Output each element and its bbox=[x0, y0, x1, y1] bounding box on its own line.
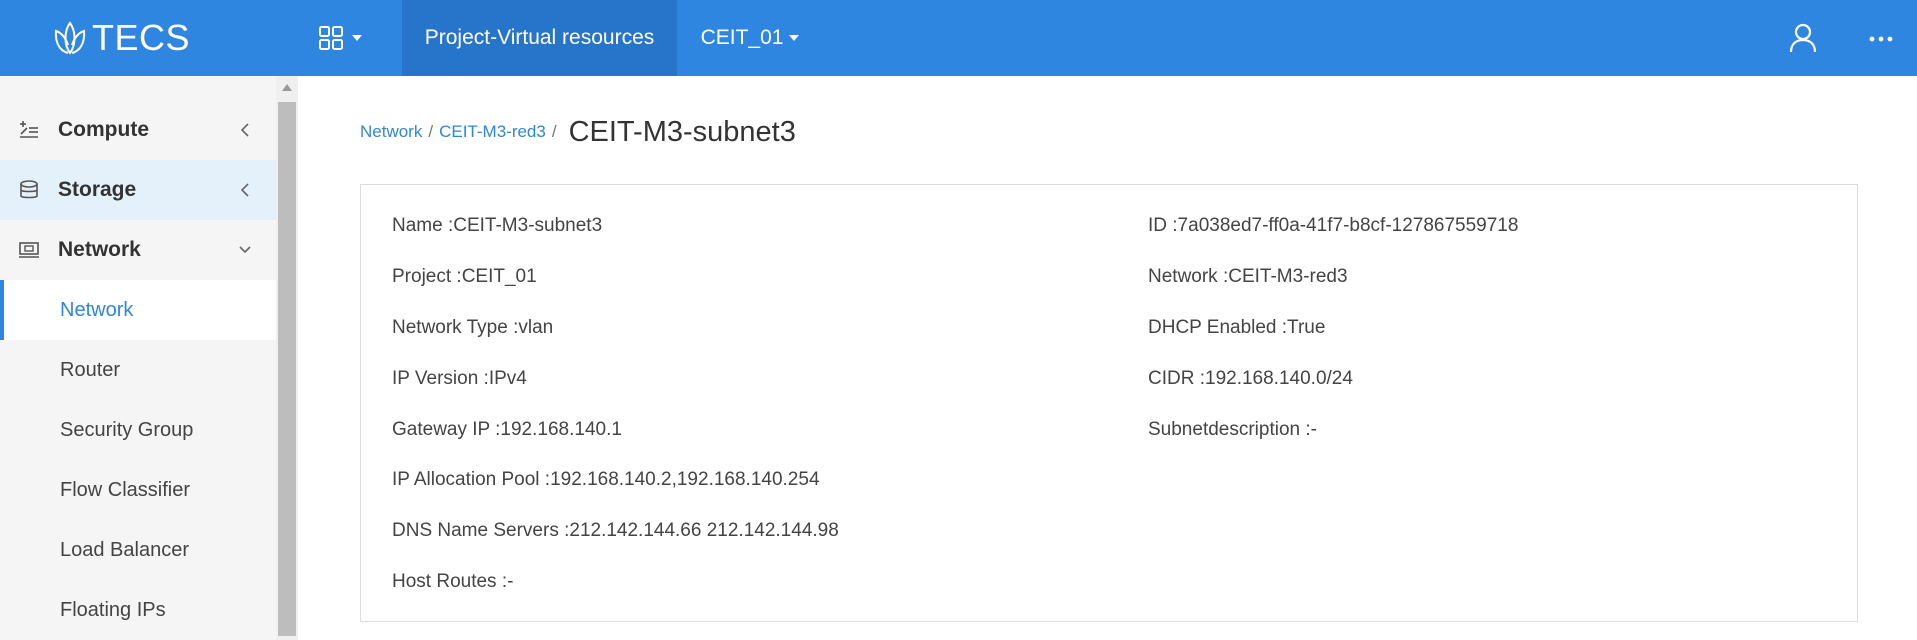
sidebar-item-security-group[interactable]: Security Group bbox=[0, 400, 276, 460]
sidebar-group-label: Network bbox=[58, 238, 141, 261]
apps-grid-icon bbox=[319, 26, 343, 50]
detail-ip-version: IP Version :IPv4 bbox=[392, 368, 527, 389]
detail-id: ID :7a038ed7-ff0a-41f7-b8cf-127867559718 bbox=[1148, 215, 1519, 236]
top-bar: TECS Project-Virtual resources CEIT_01 bbox=[0, 0, 1917, 76]
sidebar-item-flow-classifier[interactable]: Flow Classifier bbox=[0, 460, 276, 520]
sidebar-item-network[interactable]: Network bbox=[0, 280, 276, 340]
scroll-up-arrow-icon[interactable] bbox=[282, 84, 292, 91]
detail-project: Project :CEIT_01 bbox=[392, 266, 537, 287]
network-icon bbox=[19, 242, 39, 258]
sidebar-group-label: Compute bbox=[58, 118, 149, 141]
detail-cidr: CIDR :192.168.140.0/24 bbox=[1148, 368, 1353, 389]
page-title: CEIT-M3-subnet3 bbox=[568, 115, 796, 148]
lotus-logo-icon bbox=[54, 21, 86, 55]
sidebar-item-label: Network bbox=[60, 298, 134, 321]
sidebar-group-compute[interactable]: Compute bbox=[0, 100, 276, 160]
logo[interactable]: TECS bbox=[52, 17, 191, 58]
chevron-down-icon bbox=[239, 246, 251, 254]
sidebar-scrollbar[interactable] bbox=[276, 76, 298, 640]
sidebar-item-floating-ips[interactable]: Floating IPs bbox=[0, 580, 276, 640]
logo-text: TECS bbox=[92, 17, 191, 58]
sidebar-item-label: Flow Classifier bbox=[60, 478, 191, 501]
apps-menu-button[interactable] bbox=[318, 18, 378, 58]
chevron-down-icon bbox=[352, 35, 362, 41]
detail-dns-name-servers: DNS Name Servers :212.142.144.66 212.142… bbox=[392, 520, 839, 541]
tab-label: Project-Virtual resources bbox=[424, 26, 655, 49]
sidebar-item-label: Load Balancer bbox=[60, 538, 189, 561]
breadcrumb-separator: / bbox=[428, 122, 434, 141]
storage-icon bbox=[20, 180, 38, 199]
sidebar-group-storage[interactable]: Storage bbox=[0, 160, 276, 220]
compute-icon bbox=[20, 121, 38, 138]
project-selector-dropdown[interactable]: CEIT_01 bbox=[690, 0, 810, 76]
more-horizontal-icon[interactable] bbox=[1868, 22, 1894, 54]
sidebar-item-label: Floating IPs bbox=[60, 598, 166, 621]
tab-project-virtual-resources[interactable]: Project-Virtual resources bbox=[402, 0, 677, 76]
breadcrumb-separator: / bbox=[551, 122, 557, 141]
detail-gateway-ip: Gateway IP :192.168.140.1 bbox=[392, 419, 622, 440]
sidebar-item-load-balancer[interactable]: Load Balancer bbox=[0, 520, 276, 580]
detail-network-type: Network Type :vlan bbox=[392, 317, 554, 338]
sidebar-item-label: Security Group bbox=[60, 418, 194, 441]
detail-host-routes: Host Routes :- bbox=[392, 571, 514, 592]
detail-network: Network :CEIT-M3-red3 bbox=[1148, 266, 1348, 287]
chevron-left-icon bbox=[240, 123, 249, 137]
tab-label: CEIT_01 bbox=[700, 26, 784, 49]
scrollbar-thumb[interactable] bbox=[278, 102, 296, 636]
breadcrumb-link-network-name[interactable]: CEIT-M3-red3 bbox=[439, 122, 546, 142]
sidebar-item-label: Router bbox=[60, 358, 121, 381]
sidebar-group-label: Storage bbox=[58, 178, 137, 201]
sidebar: Compute Storage Network Network Router S… bbox=[0, 76, 276, 640]
detail-dhcp-enabled: DHCP Enabled :True bbox=[1148, 317, 1326, 338]
chevron-left-icon bbox=[240, 183, 249, 197]
sidebar-item-router[interactable]: Router bbox=[0, 340, 276, 400]
breadcrumb-link-network[interactable]: Network bbox=[360, 122, 422, 142]
user-icon[interactable] bbox=[1788, 22, 1818, 54]
detail-name: Name :CEIT-M3-subnet3 bbox=[392, 215, 603, 236]
detail-subnet-description: Subnetdescription :- bbox=[1148, 419, 1317, 440]
subnet-details-card: Name :CEIT-M3-subnet3 Project :CEIT_01 N… bbox=[360, 184, 1858, 622]
sidebar-group-network[interactable]: Network bbox=[0, 220, 276, 280]
chevron-down-icon bbox=[789, 35, 800, 41]
breadcrumb: Network / CEIT-M3-red3 / CEIT-M3-subnet3 bbox=[360, 112, 796, 152]
detail-ip-allocation-pool: IP Allocation Pool :192.168.140.2,192.16… bbox=[392, 469, 820, 490]
